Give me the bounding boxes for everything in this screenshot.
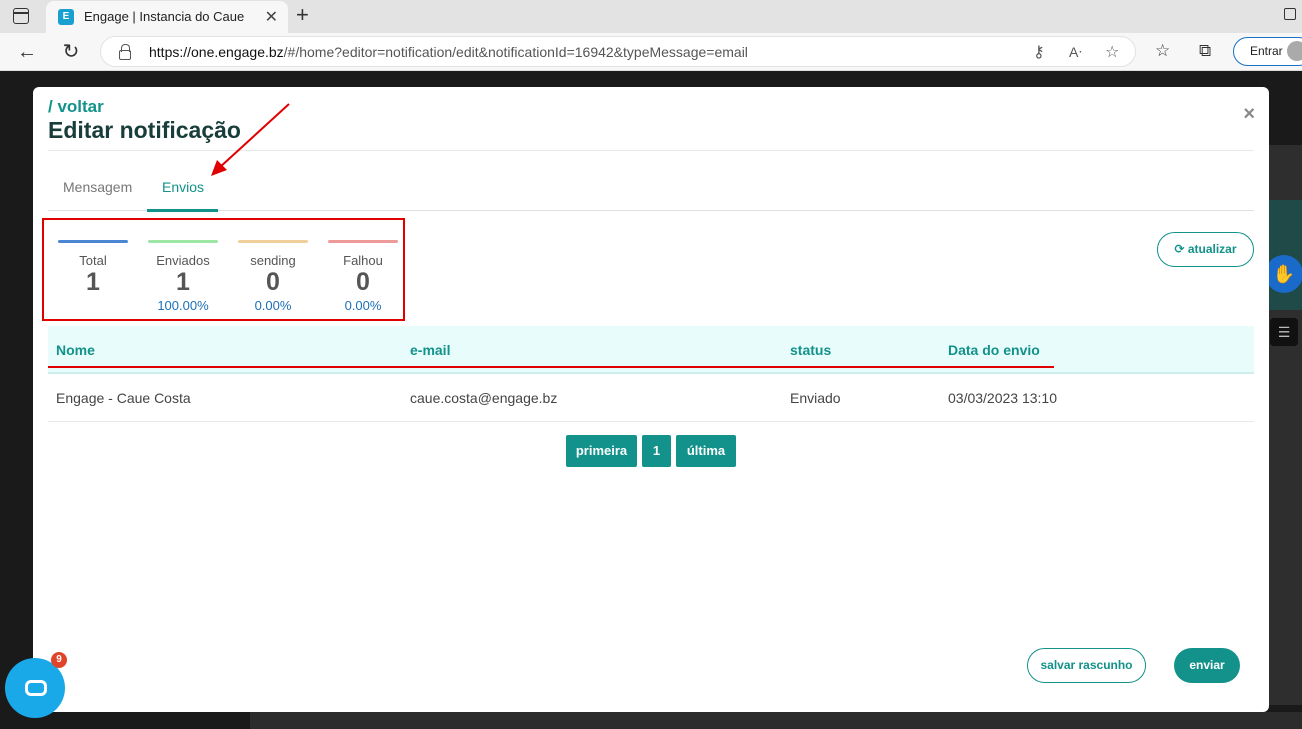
address-bar[interactable]: https://one.engage.bz/#/home?editor=noti… (100, 36, 1136, 67)
edit-notification-modal: / voltar Editar notificação × Mensagem E… (33, 87, 1269, 712)
pagination-page-button[interactable]: 1 (642, 435, 671, 467)
browser-toolbar: ← ↻ https://one.engage.bz/#/home?editor=… (0, 33, 1302, 71)
background-footer (250, 712, 1302, 729)
annotation-arrow (211, 103, 290, 176)
list-icon[interactable]: ☰ (1270, 318, 1298, 346)
column-header-status[interactable]: status (790, 342, 831, 358)
tab-envios[interactable]: Envios (162, 179, 204, 195)
lock-icon (119, 44, 131, 60)
accessibility-hand-icon[interactable]: ✋ (1265, 255, 1302, 293)
cell-name: Engage - Caue Costa (56, 390, 191, 406)
collections-icon[interactable]: ⧉ (1199, 41, 1211, 61)
chat-notification-badge: 9 (51, 652, 67, 668)
table-row[interactable]: Engage - Caue Costa caue.costa@engage.bz… (48, 375, 1254, 422)
back-link[interactable]: / voltar (48, 97, 104, 117)
pagination-last-button[interactable]: última (676, 435, 736, 467)
url-text: https://one.engage.bz/#/home?editor=noti… (149, 44, 748, 60)
engage-favicon-icon: E (58, 9, 74, 25)
read-aloud-icon[interactable]: Aᐧ (1069, 44, 1082, 61)
tab-actions-icon[interactable] (13, 8, 29, 24)
back-arrow-icon[interactable]: ← (14, 39, 40, 65)
column-header-date[interactable]: Data do envio (948, 342, 1040, 358)
close-icon[interactable]: × (1243, 103, 1255, 126)
cell-status: Enviado (790, 390, 841, 406)
favorites-icon[interactable]: ☆ (1155, 41, 1170, 61)
annotation-underline (48, 366, 1054, 368)
annotation-highlight-box (42, 218, 405, 321)
active-tab-indicator (147, 209, 218, 212)
cell-email: caue.costa@engage.bz (410, 390, 558, 406)
tab-mensagem[interactable]: Mensagem (63, 179, 132, 195)
chat-bubble-icon (25, 680, 47, 696)
save-draft-button[interactable]: salvar rascunho (1027, 648, 1146, 683)
tab-close-icon[interactable]: ✕ (265, 7, 278, 27)
cell-date: 03/03/2023 13:10 (948, 390, 1057, 406)
refresh-button[interactable]: ⟳ atualizar (1157, 232, 1254, 267)
pagination-first-button[interactable]: primeira (566, 435, 637, 467)
window-restore-icon[interactable] (1284, 8, 1296, 20)
add-favorite-icon[interactable]: ☆ (1105, 42, 1119, 62)
tab-title: Engage | Instancia do Caue (84, 9, 245, 24)
new-tab-plus-icon[interactable]: + (296, 4, 309, 26)
browser-tab[interactable]: E Engage | Instancia do Caue ✕ (46, 1, 288, 33)
column-header-name[interactable]: Nome (56, 342, 95, 358)
column-header-email[interactable]: e-mail (410, 342, 450, 358)
browser-tabbar: E Engage | Instancia do Caue ✕ + (0, 0, 1302, 33)
reload-icon[interactable]: ↻ (58, 39, 84, 65)
key-icon[interactable]: ⚷ (1033, 42, 1045, 62)
send-button[interactable]: enviar (1174, 648, 1240, 683)
avatar[interactable] (1287, 41, 1302, 61)
